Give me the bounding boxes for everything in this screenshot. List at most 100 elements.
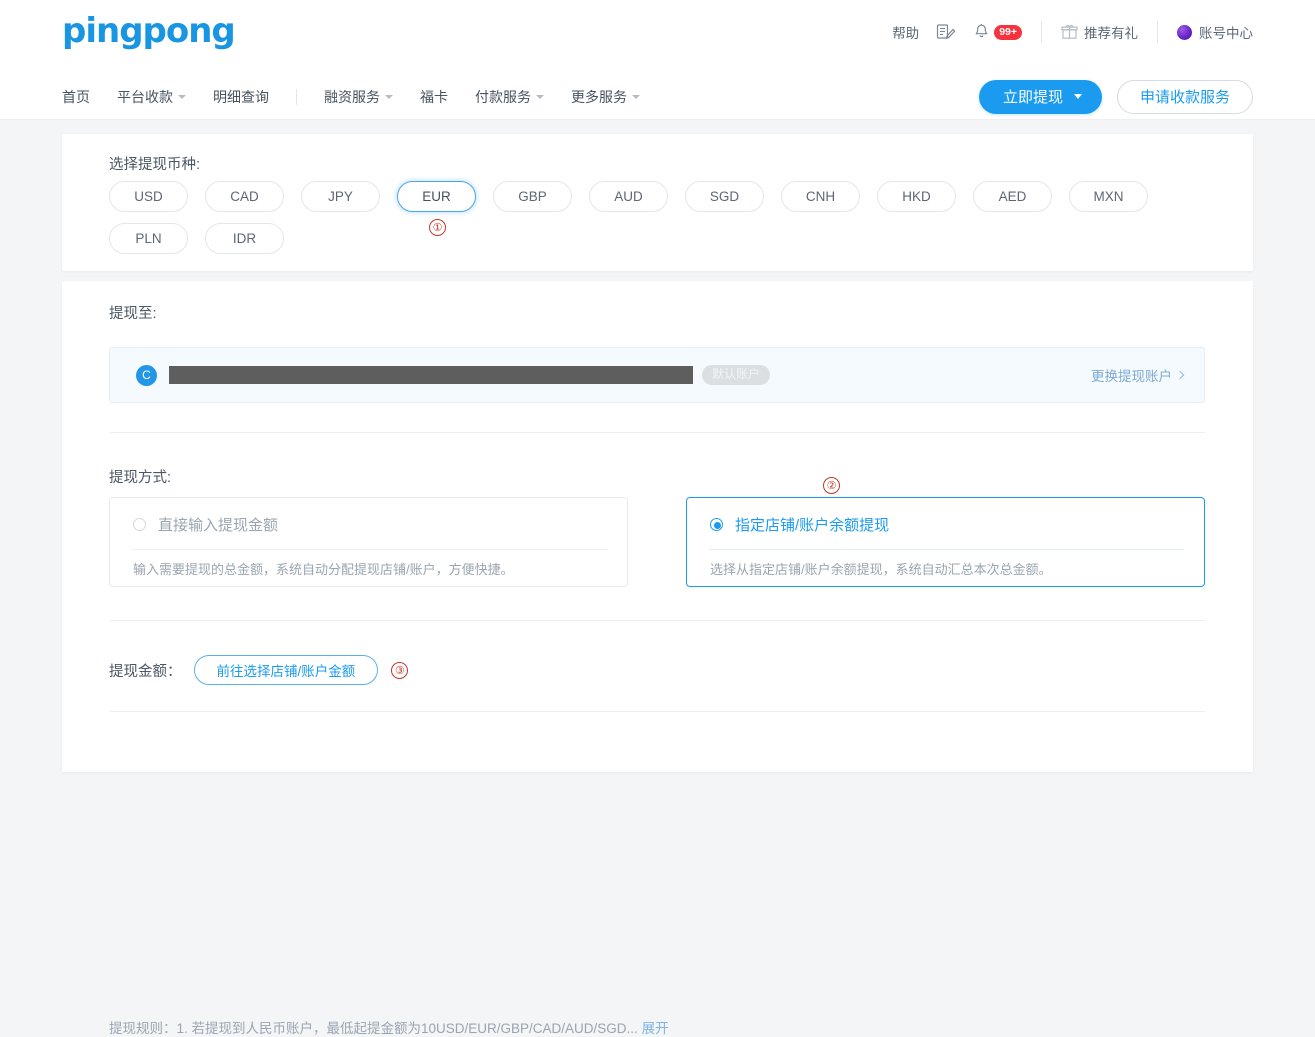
site-header: pingpong 帮助 99+ 推荐有礼 账号中心 (0, 0, 1315, 73)
currency-chip-label: EUR (422, 189, 451, 204)
annotation-marker-2: ② (823, 477, 840, 494)
goto-select-store-amount-button[interactable]: 前往选择店铺/账户金额 (193, 655, 379, 685)
currency-selection-card: 选择提现币种: USD CAD JPY EUR ① GBP AUD SGD CN… (62, 134, 1253, 271)
currency-chip-label: JPY (328, 189, 353, 204)
help-label: 帮助 (892, 26, 920, 41)
section-divider (109, 711, 1205, 712)
radio-direct-amount[interactable] (133, 518, 146, 531)
selected-account-row[interactable]: C 默认账户 更换提现账户 (109, 347, 1205, 403)
method-option-title: 直接输入提现金额 (158, 517, 279, 534)
annotation-marker-1: ① (429, 219, 446, 236)
withdraw-rules: 提现规则：1. 若提现到人民币账户，最低起提金额为10USD/EUR/GBP/C… (109, 1017, 669, 1037)
currency-chip-label: IDR (232, 231, 257, 246)
expand-rules-link[interactable]: 展开 (642, 1021, 669, 1036)
form-edit-icon[interactable] (936, 23, 956, 41)
currency-chip-jpy[interactable]: JPY (301, 181, 380, 212)
notification-count-badge: 99+ (994, 24, 1022, 40)
method-option-desc: 选择从指定店铺/账户余额提现，系统自动汇总本次总金额。 (710, 562, 1052, 577)
notifications-button[interactable]: 99+ (973, 23, 1022, 41)
account-center-label: 账号中心 (1199, 26, 1253, 41)
account-number-masked (169, 366, 693, 384)
currency-chip-eur[interactable]: EUR ① (397, 181, 476, 236)
chevron-down-icon (1073, 94, 1082, 99)
referral-link[interactable]: 推荐有礼 (1061, 22, 1138, 42)
currency-chip-hkd[interactable]: HKD (877, 181, 956, 212)
divider (1041, 21, 1042, 43)
chevron-down-icon (632, 94, 640, 99)
withdraw-now-button[interactable]: 立即提现 (978, 79, 1102, 114)
nav-item-platform-collection[interactable]: 平台收款 (117, 87, 186, 107)
currency-chip-usd[interactable]: USD (109, 181, 188, 212)
bell-icon (975, 24, 988, 38)
currency-chip-list: USD CAD JPY EUR ① GBP AUD SGD CNH HKD AE… (109, 181, 1189, 265)
change-account-link[interactable]: 更换提现账户 (1091, 365, 1185, 385)
nav-item-list: 首页 平台收款 明细查询 融资服务 福卡 付款服务 更多服务 (62, 73, 667, 120)
currency-chip-idr[interactable]: IDR (205, 223, 284, 254)
method-option-specified-store[interactable]: 指定店铺/账户余额提现 选择从指定店铺/账户余额提现，系统自动汇总本次总金额。 (686, 497, 1205, 587)
currency-chip-aud[interactable]: AUD (589, 181, 668, 212)
withdraw-now-label: 立即提现 (1002, 89, 1063, 106)
apply-collection-service-button[interactable]: 申请收款服务 (1116, 79, 1253, 114)
form-edit-icon-glyph (937, 24, 956, 40)
chevron-down-icon (536, 94, 544, 99)
nav-item-label: 平台收款 (117, 88, 173, 105)
currency-chip-sgd[interactable]: SGD (685, 181, 764, 212)
currency-chip-gbp[interactable]: GBP (493, 181, 572, 212)
currency-chip-label: CNH (805, 189, 836, 204)
nav-item-label: 福卡 (420, 88, 448, 105)
currency-chip-pln[interactable]: PLN (109, 223, 188, 254)
currency-chip-label: USD (134, 189, 163, 204)
currency-chip-label: HKD (902, 189, 931, 204)
pingpong-logo[interactable]: pingpong (62, 14, 236, 48)
divider (1157, 21, 1158, 43)
method-option-divider (709, 549, 1184, 550)
section-divider (109, 432, 1205, 433)
nav-item-detail-query[interactable]: 明细查询 (213, 87, 269, 107)
currency-chip-cnh[interactable]: CNH (781, 181, 860, 212)
gift-icon (1061, 24, 1078, 39)
currency-chip-label: AUD (614, 189, 643, 204)
apply-collection-service-label: 申请收款服务 (1139, 89, 1230, 106)
help-link[interactable]: 帮助 (892, 22, 919, 42)
nav-item-payment-service[interactable]: 付款服务 (475, 87, 544, 107)
method-option-divider (132, 549, 607, 550)
nav-item-home[interactable]: 首页 (62, 87, 90, 107)
method-option-direct-amount[interactable]: 直接输入提现金额 输入需要提现的总金额，系统自动分配提现店铺/账户，方便快捷。 (109, 497, 628, 587)
method-option-desc: 输入需要提现的总金额，系统自动分配提现店铺/账户，方便快捷。 (133, 562, 514, 577)
radio-specified-store[interactable] (710, 518, 723, 531)
nav-item-more-services[interactable]: 更多服务 (571, 87, 640, 107)
nav-item-label: 更多服务 (571, 88, 627, 105)
chevron-down-icon (178, 94, 186, 99)
nav-item-label: 首页 (62, 88, 90, 105)
withdraw-to-label: 提现至: (109, 306, 157, 322)
withdraw-method-label: 提现方式: (109, 470, 172, 486)
currency-chip-mxn[interactable]: MXN (1069, 181, 1148, 212)
account-center-link[interactable]: 账号中心 (1177, 22, 1253, 42)
header-utility-bar: 帮助 99+ 推荐有礼 账号中心 (892, 18, 1253, 46)
goto-select-store-amount-label: 前往选择店铺/账户金额 (216, 664, 356, 679)
currency-chip-label: CAD (230, 189, 259, 204)
default-account-badge: 默认账户 (702, 365, 771, 385)
withdraw-amount-label: 提现金额： (109, 663, 182, 680)
nav-item-fuka[interactable]: 福卡 (420, 87, 448, 107)
method-option-title: 指定店铺/账户余额提现 (735, 517, 890, 534)
annotation-marker-3: ③ (391, 661, 409, 679)
avatar: C (136, 364, 157, 386)
nav-item-label: 融资服务 (324, 88, 380, 105)
currency-chip-aed[interactable]: AED (973, 181, 1052, 212)
nav-item-financing[interactable]: 融资服务 (324, 87, 393, 107)
currency-chip-label: PLN (135, 231, 162, 246)
section-divider (109, 620, 1205, 621)
currency-chip-label: SGD (709, 189, 740, 204)
nav-action-buttons: 立即提现 申请收款服务 (978, 73, 1253, 120)
withdraw-rules-text: 提现规则：1. 若提现到人民币账户，最低起提金额为10USD/EUR/GBP/C… (109, 1021, 638, 1036)
globe-icon (1177, 24, 1192, 40)
withdraw-amount-row: 提现金额： 前往选择店铺/账户金额 ③ (109, 655, 409, 685)
currency-chip-label: GBP (518, 189, 547, 204)
currency-chip-cad[interactable]: CAD (205, 181, 284, 212)
nav-item-label: 明细查询 (213, 88, 269, 105)
withdraw-form-card: 提现至: C 默认账户 更换提现账户 提现方式: 直接输入提现金额 输入需要提现… (62, 281, 1253, 1036)
currency-chip-label: MXN (1093, 189, 1124, 204)
chevron-right-icon (1175, 370, 1185, 380)
nav-divider (296, 88, 297, 105)
